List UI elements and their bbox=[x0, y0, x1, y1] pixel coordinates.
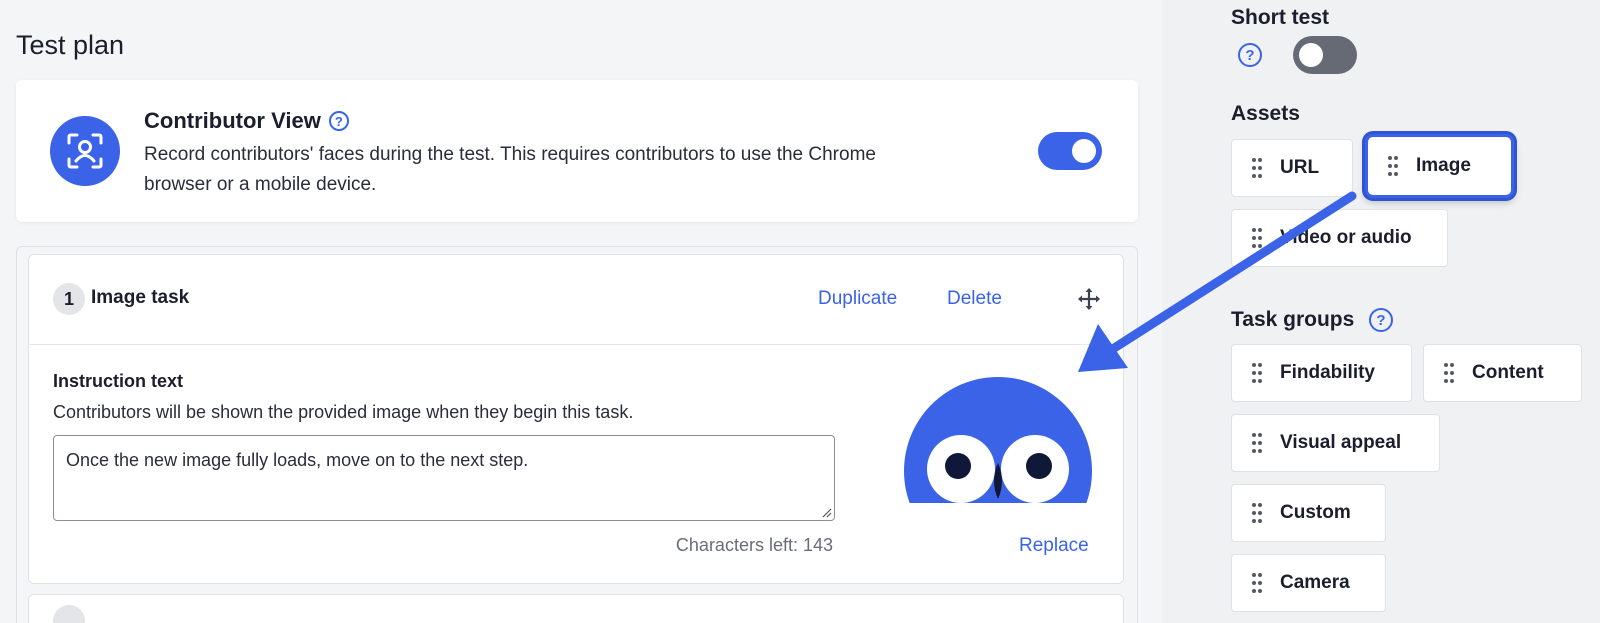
task-group-chip-label: Camera bbox=[1280, 572, 1350, 593]
task-number-badge: 1 bbox=[53, 283, 85, 315]
asset-chip-label: Video or audio bbox=[1280, 227, 1412, 248]
contributor-view-card: Contributor View ? Record contributors' … bbox=[16, 80, 1138, 222]
drag-handle-icon bbox=[1252, 158, 1262, 178]
next-task-card bbox=[28, 594, 1124, 623]
help-icon[interactable]: ? bbox=[328, 111, 349, 131]
drag-handle-icon bbox=[1252, 573, 1262, 593]
owl-logo-image bbox=[904, 377, 1092, 503]
drag-handle-icon bbox=[1252, 503, 1262, 523]
replace-image-button[interactable]: Replace bbox=[1019, 535, 1089, 557]
move-icon[interactable] bbox=[1077, 287, 1101, 311]
drag-handle-icon bbox=[1252, 433, 1262, 453]
characters-left: Characters left: 143 bbox=[675, 535, 833, 555]
instruction-description: Contributors will be shown the provided … bbox=[53, 402, 634, 422]
duplicate-button[interactable]: Duplicate bbox=[818, 288, 897, 310]
asset-chip-url[interactable]: URL bbox=[1231, 139, 1353, 197]
task-group-chip-label: Findability bbox=[1280, 362, 1375, 383]
drag-handle-icon bbox=[1388, 156, 1398, 176]
task-group-chip-custom[interactable]: Custom bbox=[1231, 484, 1386, 542]
page-title: Test plan bbox=[16, 30, 125, 60]
task-group-chip-visual-appeal[interactable]: Visual appeal bbox=[1231, 414, 1440, 472]
main-panel: Test plan Contributor View ? Record cont… bbox=[0, 0, 1162, 623]
contributor-view-description: Record contributors' faces during the te… bbox=[144, 144, 876, 195]
drag-handle-icon bbox=[1252, 228, 1262, 248]
contributor-view-toggle[interactable] bbox=[1038, 132, 1102, 170]
drag-handle-icon bbox=[1444, 363, 1454, 383]
task-groups-heading: Task groups bbox=[1231, 308, 1355, 331]
asset-chip-label: URL bbox=[1280, 157, 1320, 178]
task-group-chip-camera[interactable]: Camera bbox=[1231, 554, 1386, 612]
task-name: Image task bbox=[91, 287, 190, 308]
task-group-chip-label: Content bbox=[1472, 362, 1544, 383]
face-scan-icon bbox=[50, 116, 120, 186]
resize-handle-icon[interactable] bbox=[820, 506, 832, 518]
task-group-chip-findability[interactable]: Findability bbox=[1231, 344, 1412, 402]
instruction-label: Instruction text bbox=[53, 371, 184, 391]
assets-heading: Assets bbox=[1231, 102, 1300, 125]
asset-chip-label: Image bbox=[1416, 155, 1471, 176]
task-group-chip-content[interactable]: Content bbox=[1423, 344, 1582, 402]
toggle-knob bbox=[1299, 43, 1323, 67]
task-number-badge bbox=[53, 605, 85, 623]
help-icon[interactable]: ? bbox=[1369, 308, 1393, 332]
drag-handle-icon bbox=[1252, 363, 1262, 383]
asset-chip-image[interactable]: Image bbox=[1365, 134, 1514, 198]
short-test-toggle[interactable] bbox=[1293, 36, 1357, 74]
task-group-chip-label: Custom bbox=[1280, 502, 1351, 523]
toggle-knob bbox=[1072, 139, 1096, 163]
instruction-textarea[interactable]: Once the new image fully loads, move on … bbox=[53, 435, 835, 521]
contributor-view-title-text: Contributor View bbox=[144, 108, 321, 133]
delete-button[interactable]: Delete bbox=[947, 288, 1002, 310]
task-header: 1 Image task Duplicate Delete bbox=[29, 255, 1123, 345]
short-test-label: Short test bbox=[1231, 6, 1330, 29]
help-icon[interactable]: ? bbox=[1238, 43, 1262, 67]
instruction-text-value: Once the new image fully loads, move on … bbox=[66, 450, 529, 470]
image-task-card: 1 Image task Duplicate Delete Instructio… bbox=[28, 254, 1124, 584]
task-group-chip-label: Visual appeal bbox=[1280, 432, 1402, 453]
contributor-view-title: Contributor View ? bbox=[144, 108, 349, 134]
asset-chip-video-audio[interactable]: Video or audio bbox=[1231, 209, 1448, 267]
